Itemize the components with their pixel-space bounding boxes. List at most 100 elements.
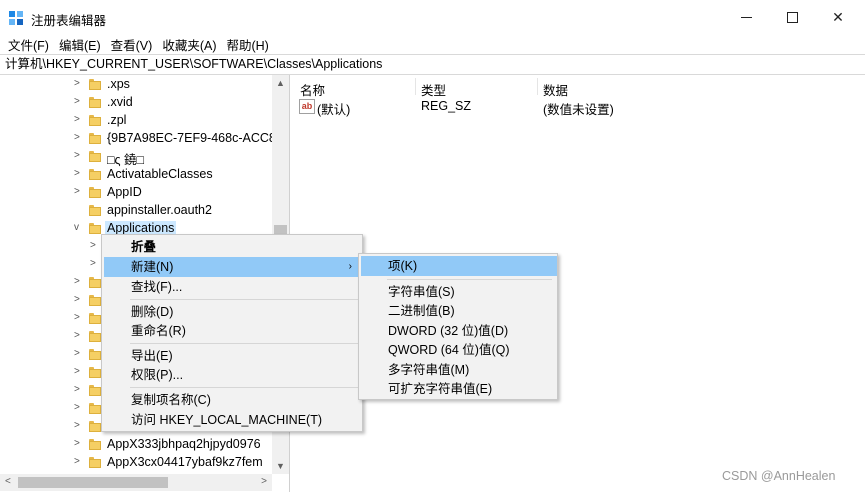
chevron-right-icon[interactable]: > [74, 366, 80, 377]
folder-icon [89, 79, 101, 90]
folder-icon [89, 151, 101, 162]
chevron-right-icon[interactable]: > [74, 150, 80, 161]
menu-help[interactable]: 帮助(H) [222, 35, 274, 54]
chevron-right-icon[interactable]: > [74, 384, 80, 395]
tree-item-label: {9B7A98EC-7EF9-468c-ACC8 [107, 131, 276, 145]
chevron-right-icon[interactable]: > [74, 312, 80, 323]
maximize-button[interactable] [769, 0, 815, 34]
menu-item-qword-value[interactable]: QWORD (64 位)值(Q) [361, 340, 557, 360]
chevron-right-icon[interactable]: > [74, 402, 80, 413]
scroll-up-icon[interactable]: ▲ [276, 78, 285, 88]
folder-open-icon [89, 223, 101, 234]
tree-item[interactable]: > .xvid [0, 94, 272, 112]
folder-icon [89, 385, 101, 396]
folder-icon [89, 187, 101, 198]
menu-item-copy-key-name[interactable]: 复制项名称(C) [104, 390, 360, 410]
folder-icon [89, 403, 101, 414]
tree-item[interactable]: appinstaller.oauth2 [0, 202, 272, 220]
chevron-right-icon[interactable]: > [74, 168, 80, 179]
folder-icon [89, 367, 101, 378]
folder-icon [89, 277, 101, 288]
column-separator[interactable] [415, 78, 416, 95]
column-header-type[interactable]: 类型 [421, 80, 446, 99]
folder-icon [89, 295, 101, 306]
menu-item-find[interactable]: 查找(F)... [104, 277, 360, 297]
chevron-right-icon[interactable]: > [74, 96, 80, 107]
scroll-thumb[interactable] [18, 477, 168, 488]
folder-icon [89, 169, 101, 180]
tree-item-label: AppX333jbhpaq2hjpyd0976 [107, 437, 261, 451]
tree-horizontal-scrollbar[interactable]: < > [0, 474, 272, 491]
menu-item-goto-hklm[interactable]: 访问 HKEY_LOCAL_MACHINE(T) [104, 410, 360, 430]
menu-item-binary-value[interactable]: 二进制值(B) [361, 301, 557, 321]
registry-editor-icon [9, 11, 23, 25]
chevron-right-icon[interactable]: > [74, 78, 80, 89]
tree-item[interactable]: > .zpl [0, 112, 272, 130]
column-header-name[interactable]: 名称 [300, 80, 325, 99]
value-name[interactable]: (默认) [317, 99, 350, 117]
menu-bar: 文件(F) 编辑(E) 查看(V) 收藏夹(A) 帮助(H) [0, 34, 865, 54]
menu-item-new[interactable]: 新建(N) › [104, 257, 360, 277]
tree-item[interactable]: > □ς 鐃□ [0, 148, 272, 167]
tree-item[interactable]: > AppX3cx04417ybaf9kz7fem [0, 454, 272, 472]
watermark: CSDN @AnnHealen [722, 469, 836, 483]
folder-icon [89, 313, 101, 324]
chevron-right-icon[interactable]: > [74, 294, 80, 305]
menu-item-dword-value[interactable]: DWORD (32 位)值(D) [361, 321, 557, 341]
scroll-right-icon[interactable]: > [261, 476, 267, 487]
tree-item-label: .xps [107, 77, 130, 91]
chevron-right-icon[interactable]: > [74, 276, 80, 287]
window-title: 注册表编辑器 [31, 14, 107, 28]
minimize-button[interactable] [723, 0, 769, 34]
chevron-right-icon[interactable]: > [90, 258, 96, 269]
tree-item[interactable]: > AppID [0, 184, 272, 202]
menu-item-collapse[interactable]: 折叠 [104, 237, 360, 257]
menu-item-export[interactable]: 导出(E) [104, 346, 360, 366]
menu-item-permissions[interactable]: 权限(P)... [104, 365, 360, 385]
folder-icon [89, 457, 101, 468]
tree-item[interactable]: > AppX333jbhpaq2hjpyd0976 [0, 436, 272, 454]
folder-icon [89, 133, 101, 144]
scroll-down-icon[interactable]: ▼ [276, 461, 285, 471]
close-button[interactable]: ✕ [815, 0, 861, 34]
minimize-icon [740, 16, 752, 18]
tree-item-label: .zpl [107, 113, 127, 127]
column-header-data[interactable]: 数据 [543, 80, 568, 99]
tree-item-label: .xvid [107, 95, 133, 109]
menu-file[interactable]: 文件(F) [4, 35, 55, 54]
chevron-down-icon[interactable]: v [74, 222, 79, 233]
chevron-right-icon[interactable]: > [74, 114, 80, 125]
chevron-right-icon[interactable]: > [74, 456, 80, 467]
tree-item[interactable]: > {9B7A98EC-7EF9-468c-ACC8 [0, 130, 276, 148]
value-data: (数值未设置) [543, 103, 614, 117]
chevron-right-icon[interactable]: > [74, 348, 80, 359]
menu-item-rename[interactable]: 重命名(R) [104, 321, 360, 341]
scroll-left-icon[interactable]: < [5, 476, 11, 487]
column-separator[interactable] [537, 78, 538, 95]
menu-separator [130, 387, 360, 388]
chevron-right-icon[interactable]: > [74, 186, 80, 197]
menu-separator [130, 343, 360, 344]
tree-item[interactable]: > .xps [0, 76, 272, 94]
menu-item-delete[interactable]: 删除(D) [104, 302, 360, 322]
chevron-right-icon[interactable]: > [74, 420, 80, 431]
chevron-right-icon[interactable]: > [74, 438, 80, 449]
menu-separator [387, 279, 552, 280]
menu-favorites[interactable]: 收藏夹(A) [158, 35, 222, 54]
address-bar[interactable]: 计算机\HKEY_CURRENT_USER\SOFTWARE\Classes\A… [0, 54, 865, 75]
menu-view[interactable]: 查看(V) [107, 35, 159, 54]
menu-item-string-value[interactable]: 字符串值(S) [361, 282, 557, 302]
menu-edit[interactable]: 编辑(E) [55, 35, 107, 54]
chevron-right-icon[interactable]: > [90, 240, 96, 251]
tree-item[interactable]: > ActivatableClasses [0, 166, 272, 184]
chevron-right-icon[interactable]: > [74, 330, 80, 341]
tree-item-label: AppX3cx04417ybaf9kz7fem [107, 455, 263, 469]
menu-item-multi-string-value[interactable]: 多字符串值(M) [361, 360, 557, 380]
menu-item-new-key[interactable]: 项(K) [361, 256, 557, 276]
tree-item-label: ActivatableClasses [107, 167, 213, 181]
chevron-right-icon[interactable]: > [74, 132, 80, 143]
new-submenu: 项(K) 字符串值(S) 二进制值(B) DWORD (32 位)值(D) QW… [358, 253, 558, 400]
tree-item-label: AppID [107, 185, 142, 199]
folder-icon [89, 115, 101, 126]
menu-item-expandable-string-value[interactable]: 可扩充字符串值(E) [361, 379, 557, 399]
